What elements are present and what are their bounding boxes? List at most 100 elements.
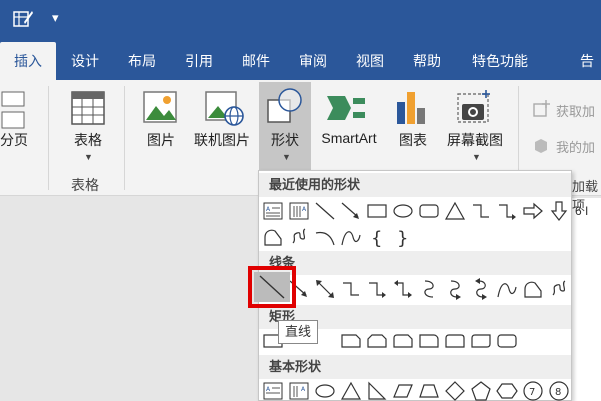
shapes-caret-icon[interactable]: ▼ bbox=[282, 152, 291, 162]
tab-help[interactable]: 帮助 bbox=[402, 42, 452, 80]
document-text: 6 I bbox=[575, 204, 589, 218]
triangle-shape-icon[interactable] bbox=[443, 199, 467, 223]
page-break-icon bbox=[1, 91, 25, 129]
right-arrow-shape-icon[interactable] bbox=[521, 199, 545, 223]
curved-arrow-line-shape-icon[interactable] bbox=[443, 277, 467, 301]
svg-text:{: { bbox=[371, 228, 382, 249]
snip-rect-shape-icon[interactable] bbox=[339, 329, 363, 353]
tab-special-features[interactable]: 特色功能 bbox=[460, 42, 540, 80]
picture-button[interactable]: 图片 bbox=[140, 130, 182, 150]
heptagon-shape-icon[interactable]: 7 bbox=[521, 379, 545, 401]
curve-shape-icon[interactable] bbox=[339, 225, 363, 249]
basic-text-box-shape-icon[interactable]: A bbox=[261, 379, 285, 401]
svg-text:}: } bbox=[397, 228, 408, 249]
double-arrow-line-shape-icon[interactable] bbox=[313, 277, 337, 301]
get-addins-button[interactable]: 获取加 bbox=[556, 101, 595, 120]
arc-shape-icon[interactable] bbox=[313, 225, 337, 249]
chart-button[interactable]: 图表 bbox=[392, 130, 434, 150]
elbow-line-shape-icon[interactable] bbox=[339, 277, 363, 301]
tab-mailings[interactable]: 邮件 bbox=[231, 42, 281, 80]
tab-insert[interactable]: 插入 bbox=[0, 42, 56, 80]
qat-customize-icon[interactable]: ▾ bbox=[52, 10, 59, 26]
recent-shapes-heading: 最近使用的形状 bbox=[259, 173, 571, 197]
table-button[interactable]: 表格 bbox=[66, 130, 110, 150]
screenshot-button[interactable]: 屏幕截图 bbox=[440, 130, 510, 150]
get-addins-icon bbox=[533, 100, 550, 117]
screenshot-icon bbox=[457, 90, 490, 123]
text-box-shape-icon[interactable]: A bbox=[261, 199, 285, 223]
table-group-label: 表格 bbox=[71, 177, 99, 193]
title-bar: ▾ bbox=[0, 0, 601, 42]
left-brace-shape-icon[interactable]: { bbox=[365, 225, 389, 249]
smartart-button[interactable]: SmartArt bbox=[315, 130, 383, 146]
smartart-icon bbox=[327, 96, 365, 120]
oval-shape-icon[interactable] bbox=[391, 199, 415, 223]
page-break-button[interactable]: 分页 bbox=[0, 130, 30, 150]
shapes-icon bbox=[267, 88, 302, 123]
trapezoid-shape-icon[interactable] bbox=[417, 379, 441, 401]
curved-line-shape-icon[interactable] bbox=[417, 277, 441, 301]
basic-oval-shape-icon[interactable] bbox=[313, 379, 337, 401]
elbow-double-arrow-line-shape-icon[interactable] bbox=[391, 277, 415, 301]
lines-heading: 线条 bbox=[259, 251, 571, 275]
tab-tell-me[interactable]: 告 bbox=[580, 42, 601, 80]
straight-line-highlight[interactable] bbox=[248, 266, 296, 308]
line-shape-icon[interactable] bbox=[313, 199, 337, 223]
freeform-shape-icon[interactable] bbox=[261, 225, 285, 249]
elbow-arrow-connector-shape-icon[interactable] bbox=[495, 199, 519, 223]
elbow-connector-shape-icon[interactable] bbox=[469, 199, 493, 223]
rectangle-shape-icon[interactable] bbox=[365, 199, 389, 223]
svg-text:A: A bbox=[266, 206, 271, 213]
svg-text:A: A bbox=[302, 206, 307, 213]
tab-layout[interactable]: 布局 bbox=[117, 42, 167, 80]
snip-two-rect-shape-icon[interactable] bbox=[365, 329, 389, 353]
diamond-shape-icon[interactable] bbox=[443, 379, 467, 401]
scribble-line-shape-icon[interactable] bbox=[547, 277, 571, 301]
document-page[interactable] bbox=[572, 198, 601, 401]
svg-text:A: A bbox=[301, 386, 306, 393]
right-triangle-shape-icon[interactable] bbox=[365, 379, 389, 401]
curved-double-arrow-line-shape-icon[interactable] bbox=[469, 277, 493, 301]
svg-text:7: 7 bbox=[529, 387, 535, 398]
scribble-shape-icon[interactable] bbox=[287, 225, 311, 249]
shapes-label: 形状 bbox=[271, 132, 299, 148]
tab-review[interactable]: 审阅 bbox=[288, 42, 338, 80]
table-icon bbox=[71, 91, 105, 125]
picture-icon bbox=[143, 91, 177, 123]
tab-references[interactable]: 引用 bbox=[174, 42, 224, 80]
online-picture-icon bbox=[205, 91, 244, 126]
round-same-rect-shape-icon[interactable] bbox=[443, 329, 467, 353]
tab-view[interactable]: 视图 bbox=[345, 42, 395, 80]
round-single-rect-shape-icon[interactable] bbox=[417, 329, 441, 353]
arrow-shape-icon[interactable] bbox=[339, 199, 363, 223]
down-arrow-shape-icon[interactable] bbox=[547, 199, 571, 223]
rounded-rectangle-shape-icon[interactable] bbox=[417, 199, 441, 223]
straight-line-shape-icon[interactable] bbox=[254, 272, 290, 302]
freeform-line-shape-icon[interactable] bbox=[521, 277, 545, 301]
vertical-text-box-shape-icon[interactable]: A bbox=[287, 199, 311, 223]
ribbon-tabs: 插入 设计 布局 引用 邮件 审阅 视图 帮助 特色功能 告 bbox=[0, 42, 601, 112]
snip-round-rect-shape-icon[interactable] bbox=[391, 329, 415, 353]
screenshot-caret-icon[interactable]: ▼ bbox=[472, 152, 481, 162]
basic-vertical-text-box-shape-icon[interactable]: A bbox=[287, 379, 311, 401]
elbow-arrow-line-shape-icon[interactable] bbox=[365, 277, 389, 301]
online-picture-button[interactable]: 联机图片 bbox=[190, 130, 254, 150]
round-rect-shape-icon[interactable] bbox=[495, 329, 519, 353]
chart-icon bbox=[397, 92, 425, 124]
pentagon-shape-icon[interactable] bbox=[469, 379, 493, 401]
right-brace-shape-icon[interactable]: } bbox=[391, 225, 415, 249]
svg-text:8: 8 bbox=[555, 387, 561, 398]
parallelogram-shape-icon[interactable] bbox=[391, 379, 415, 401]
tab-design[interactable]: 设计 bbox=[60, 42, 110, 80]
round-diag-rect-shape-icon[interactable] bbox=[469, 329, 493, 353]
hexagon-shape-icon[interactable] bbox=[495, 379, 519, 401]
octagon-shape-icon[interactable]: 8 bbox=[547, 379, 571, 401]
my-addins-icon bbox=[535, 139, 547, 153]
basic-triangle-shape-icon[interactable] bbox=[339, 379, 363, 401]
table-caret-icon[interactable]: ▼ bbox=[84, 152, 93, 162]
shapes-dropdown: 最近使用的形状 A A { } 线条 矩形 基本形状 A A 7 8 bbox=[258, 170, 572, 401]
curve-line-shape-icon[interactable] bbox=[495, 277, 519, 301]
table-edit-icon[interactable] bbox=[12, 8, 34, 30]
my-addins-button[interactable]: 我的加 bbox=[556, 137, 595, 156]
svg-text:A: A bbox=[266, 386, 271, 393]
